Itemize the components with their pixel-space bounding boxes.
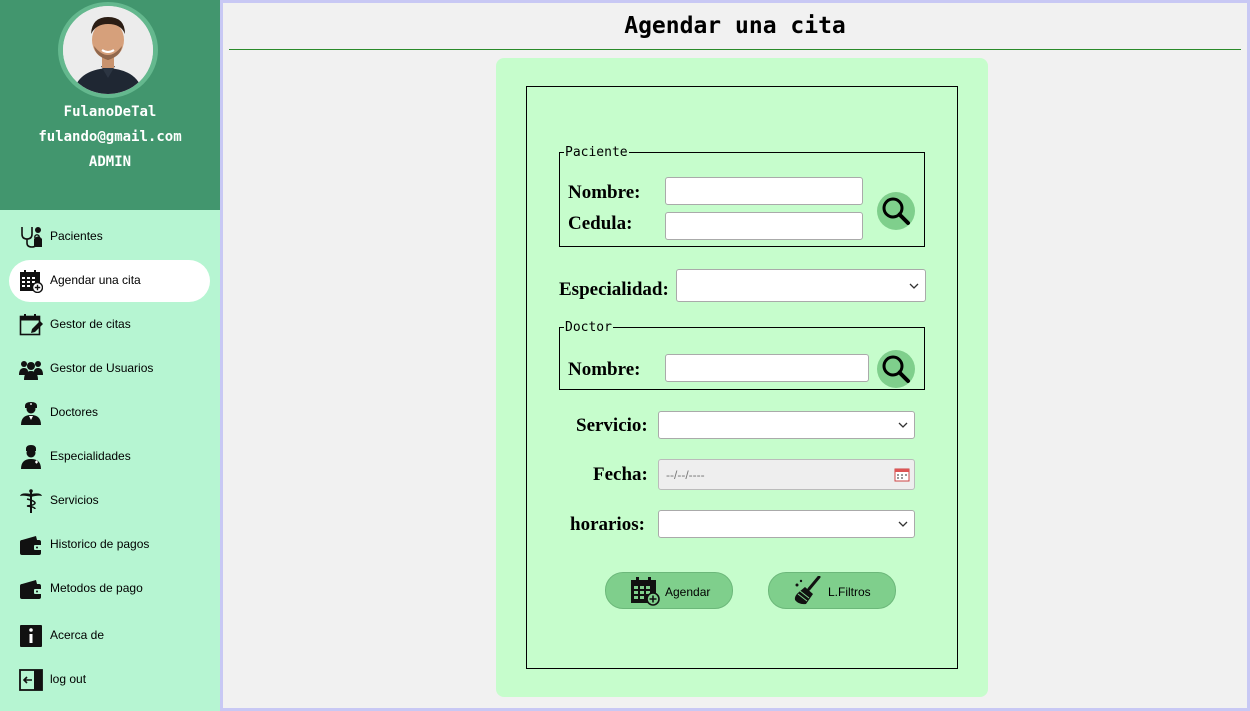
broom-icon xyxy=(794,576,821,605)
sidebar-item-label: Metodos de pago xyxy=(50,581,143,595)
profile-email: fulando@gmail.com xyxy=(38,129,182,145)
sidebar-item-doctores[interactable]: Doctores xyxy=(9,392,210,434)
sidebar-item-pacientes[interactable]: Pacientes xyxy=(9,216,210,258)
avatar xyxy=(63,6,153,94)
users-icon xyxy=(19,361,43,380)
doctor-icon xyxy=(21,402,41,425)
search-icon xyxy=(882,197,910,225)
doctor-search-button[interactable] xyxy=(877,350,915,388)
sidebar-item-label: Historico de pagos xyxy=(50,537,150,551)
main-content: Agendar una cita Paciente Nombre: Cedula… xyxy=(223,3,1247,708)
calendar-add-icon xyxy=(631,577,660,606)
appointment-card: Paciente Nombre: Cedula: Especialidad: D… xyxy=(496,58,988,697)
agendar-button-label: Agendar xyxy=(665,585,711,599)
clear-filters-label: L.Filtros xyxy=(828,585,871,599)
appointment-form: Paciente Nombre: Cedula: Especialidad: D… xyxy=(526,86,958,669)
fecha-placeholder: --/--/---- xyxy=(666,468,705,482)
specialist-icon xyxy=(21,445,41,469)
sidebar-item-label: Gestor de citas xyxy=(50,317,131,331)
caduceus-icon xyxy=(20,489,42,513)
profile-username: FulanoDeTal xyxy=(63,104,157,120)
sidebar-item-label: Especialidades xyxy=(50,449,131,463)
doctor-fieldset: Doctor Nombre: xyxy=(559,320,925,390)
especialidad-label: Especialidad: xyxy=(559,279,669,300)
sidebar-item-especialidades[interactable]: Especialidades xyxy=(9,436,210,478)
title-divider xyxy=(229,49,1241,50)
paciente-fieldset: Paciente Nombre: Cedula: xyxy=(559,145,925,247)
sidebar-item-servicios[interactable]: Servicios xyxy=(9,480,210,522)
doctor-nombre-label: Nombre: xyxy=(568,359,641,380)
agendar-button[interactable]: Agendar xyxy=(605,572,733,609)
chevron-down-icon xyxy=(909,283,919,289)
doctor-nombre-input[interactable] xyxy=(665,354,869,382)
info-icon xyxy=(20,625,42,647)
sidebar-item-historico-pagos[interactable]: Historico de pagos xyxy=(9,524,210,566)
user-profile: FulanoDeTal fulando@gmail.com ADMIN xyxy=(0,0,220,210)
sidebar-item-metodos-pago[interactable]: Metodos de pago xyxy=(9,568,210,610)
paciente-search-button[interactable] xyxy=(877,192,915,230)
sidebar-item-acerca-de[interactable]: Acerca de xyxy=(9,615,210,657)
sidebar-item-logout[interactable]: log out xyxy=(9,659,210,701)
page-title: Agendar una cita xyxy=(624,13,846,39)
sidebar-item-agendar-cita[interactable]: Agendar una cita xyxy=(9,260,210,302)
wallet-icon xyxy=(20,536,42,555)
wallet-icon xyxy=(20,580,42,599)
logout-icon xyxy=(19,669,43,691)
clear-filters-button[interactable]: L.Filtros xyxy=(768,572,896,609)
calendar-edit-icon xyxy=(19,314,43,336)
especialidad-select[interactable] xyxy=(676,269,926,302)
horarios-select[interactable] xyxy=(658,510,915,538)
sidebar-item-gestor-usuarios[interactable]: Gestor de Usuarios xyxy=(9,348,210,390)
avatar-ring xyxy=(58,2,158,98)
horarios-label: horarios: xyxy=(570,514,645,535)
chevron-down-icon xyxy=(898,422,908,428)
stethoscope-icon xyxy=(21,227,42,248)
profile-role: ADMIN xyxy=(88,154,132,170)
sidebar-item-label: Agendar una cita xyxy=(50,273,141,287)
sidebar-item-label: Servicios xyxy=(50,493,99,507)
paciente-legend: Paciente xyxy=(565,145,628,160)
servicio-label: Servicio: xyxy=(576,415,648,436)
fecha-input[interactable]: --/--/---- xyxy=(658,459,915,490)
calendar-add-icon xyxy=(20,270,43,293)
search-icon xyxy=(882,355,910,383)
servicio-select[interactable] xyxy=(658,411,915,439)
sidebar-item-label: log out xyxy=(50,672,87,686)
paciente-nombre-label: Nombre: xyxy=(568,182,641,203)
paciente-nombre-input[interactable] xyxy=(665,177,863,205)
sidebar-item-label: Acerca de xyxy=(50,628,105,642)
sidebar-item-gestor-citas[interactable]: Gestor de citas xyxy=(9,304,210,346)
sidebar: FulanoDeTal fulando@gmail.com ADMIN Paci… xyxy=(0,0,220,711)
chevron-down-icon xyxy=(898,521,908,527)
paciente-cedula-input[interactable] xyxy=(665,212,863,240)
sidebar-item-label: Gestor de Usuarios xyxy=(50,361,154,375)
sidebar-item-label: Doctores xyxy=(50,405,99,419)
calendar-icon[interactable] xyxy=(894,466,910,482)
doctor-legend: Doctor xyxy=(565,320,612,335)
sidebar-item-label: Pacientes xyxy=(50,229,103,243)
paciente-cedula-label: Cedula: xyxy=(568,213,633,234)
fecha-label: Fecha: xyxy=(593,464,648,485)
